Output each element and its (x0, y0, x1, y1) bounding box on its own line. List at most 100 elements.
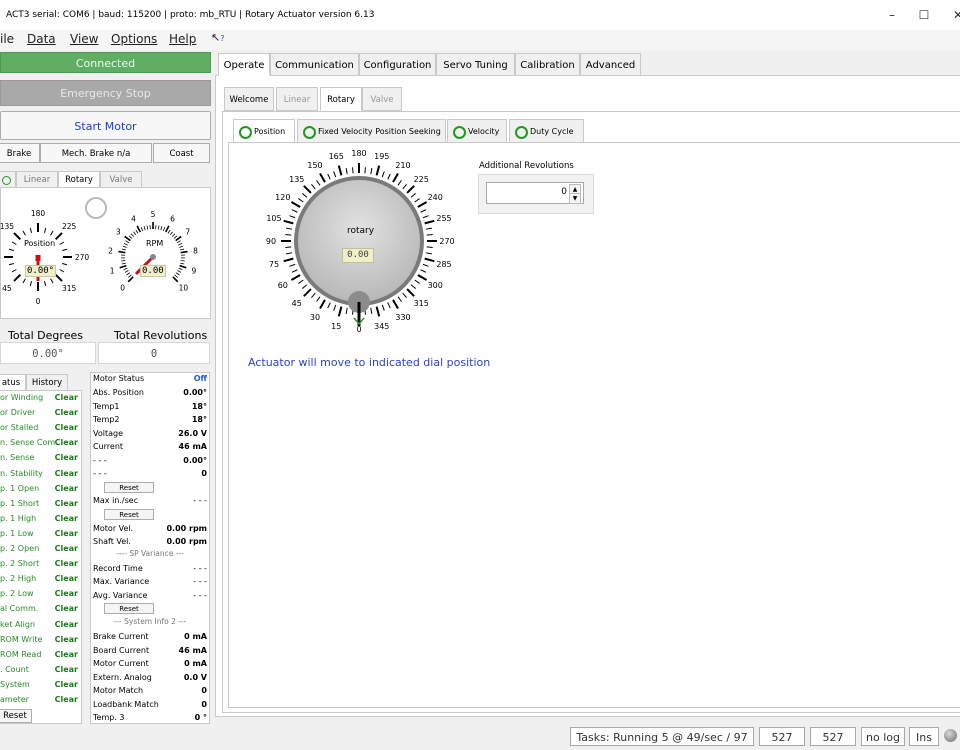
status-reset-button[interactable]: Reset (0, 709, 32, 723)
top-tab-configuration[interactable]: Configuration (359, 53, 436, 76)
rpm-tick (125, 240, 130, 244)
tab-duty-cycle-mode[interactable]: Duty Cycle (509, 119, 584, 143)
maximize-button[interactable]: ☐ (910, 6, 938, 24)
additional-revolutions-value: 0 (561, 187, 567, 197)
menu-view[interactable]: View (70, 32, 98, 46)
motor-status-row: Voltage 26.0 V (93, 428, 207, 438)
rpm-tick (126, 272, 131, 276)
status-led-icon (944, 729, 957, 742)
reset-button-1[interactable]: Reset (104, 482, 154, 493)
top-tab-advanced[interactable]: Advanced (580, 53, 641, 76)
position-tick (13, 232, 22, 241)
menu-data[interactable]: Data (27, 32, 56, 46)
minimize-button[interactable]: – (878, 6, 906, 24)
coast-button[interactable]: Coast (153, 143, 210, 163)
rpm-tick (123, 243, 128, 246)
status-name: p. 2 Low (0, 589, 34, 599)
top-tab-operate[interactable]: Operate (218, 53, 270, 76)
position-tick-label: 315 (62, 284, 77, 293)
sp-variance-label: ---- SP Variance --- (116, 549, 184, 558)
sub-tab-linear[interactable]: Linear (276, 87, 318, 111)
position-tick (43, 281, 47, 287)
emergency-stop-button[interactable]: Emergency Stop (0, 80, 211, 106)
dial-tick (422, 263, 429, 267)
tab-velocity-mode[interactable]: Velocity (447, 119, 507, 143)
tab-status[interactable]: atus (0, 374, 26, 391)
menu-help[interactable]: Help (169, 32, 196, 46)
spin-down-icon[interactable]: ▼ (569, 193, 581, 204)
tab-history[interactable]: History (26, 374, 68, 391)
help-pointer-icon[interactable]: ↖? (211, 31, 224, 44)
dial-tick (410, 284, 417, 289)
rpm-tick-label: 10 (179, 283, 189, 292)
mech-brake-button[interactable]: Mech. Brake n/a (40, 143, 152, 163)
status-value: Clear (54, 544, 78, 553)
rpm-tick (175, 235, 182, 242)
dial-tick (426, 234, 433, 236)
top-tab-calibration[interactable]: Calibration (515, 53, 580, 76)
dial-tick (406, 185, 415, 194)
status-row: . Count Clear (0, 662, 81, 677)
top-tab-communication[interactable]: Communication (270, 53, 359, 76)
status-row: p. 1 Open Clear (0, 481, 81, 496)
motor-status-row: - - -0 (93, 469, 207, 478)
status-name: or Winding (0, 393, 44, 402)
title-bar: ACT3 serial: COM6 | baud: 115200 | proto… (0, 0, 960, 31)
tab-rotary-left[interactable]: Rotary (58, 171, 100, 188)
dial-tick (289, 263, 296, 267)
close-button[interactable]: ✕ (944, 6, 960, 24)
reset-button-3[interactable]: Reset (104, 603, 154, 614)
sub-tab-welcome[interactable]: Welcome (224, 87, 274, 111)
status-row: p. 1 Low Clear (0, 526, 81, 541)
reset-button-2[interactable]: Reset (104, 509, 154, 520)
motor-status-row: Current 46 mA (93, 442, 207, 451)
connected-button[interactable]: Connected (0, 52, 211, 73)
status-name: or Driver (0, 408, 36, 418)
dial-tick-label: 15 (331, 322, 341, 331)
tab-partial[interactable] (0, 171, 16, 188)
record-time-row: Record Time - - - (93, 564, 207, 573)
sub-tab-valve[interactable]: Valve (362, 87, 402, 111)
top-tab-servo-tuning[interactable]: Servo Tuning (436, 53, 515, 76)
rpm-tick (179, 245, 184, 248)
dial-tick (337, 165, 343, 176)
tab-linear-left[interactable]: Linear (16, 171, 58, 188)
status-value: Clear (54, 393, 78, 402)
position-tick (62, 262, 68, 266)
status-row: System Clear (0, 677, 81, 692)
dial-tick (345, 307, 348, 314)
menu-file[interactable]: ile (0, 32, 14, 46)
rpm-tick (164, 225, 170, 233)
menu-options[interactable]: Options (111, 32, 157, 46)
rpm-tick (180, 250, 188, 254)
dial-knob[interactable] (298, 180, 420, 302)
tab-valve-left[interactable]: Valve (100, 171, 142, 188)
brake-button[interactable]: Brake (0, 143, 40, 163)
rpm-tick-label: 7 (185, 228, 190, 237)
status-row: p. 2 Low Clear (0, 586, 81, 601)
dial-tick (301, 193, 308, 198)
dial-tick (283, 219, 294, 225)
status-name: ROM Read (0, 649, 42, 659)
additional-revolutions-spinbox[interactable]: 0 ▲ ▼ (486, 182, 584, 204)
start-motor-button[interactable]: Start Motor (0, 111, 211, 140)
dial-tick-label: 285 (436, 260, 451, 269)
dial-tick (381, 304, 385, 311)
sub-tab-rotary[interactable]: Rotary (320, 87, 362, 111)
rpm-gauge-value: 0.00 (140, 265, 166, 277)
tab-fixed-velocity-mode[interactable]: Fixed Velocity Position Seeking (297, 119, 446, 143)
radio-icon (453, 126, 466, 139)
dial-tick (303, 288, 312, 297)
dial-tick (410, 193, 417, 198)
dial-tick (387, 302, 391, 309)
dial-tick (425, 252, 432, 255)
system-info-row: Temp. 30 ° (93, 713, 207, 722)
ins-status: Ins (909, 727, 939, 746)
status-value: Clear (54, 513, 78, 523)
tab-position-mode[interactable]: Position (233, 119, 295, 143)
position-tick-label: 270 (75, 253, 90, 262)
dial-tick (283, 257, 294, 263)
rpm-tick-label: 1 (110, 266, 115, 275)
status-value: Clear (54, 423, 78, 433)
dial-tick-label: 0 (356, 325, 361, 334)
